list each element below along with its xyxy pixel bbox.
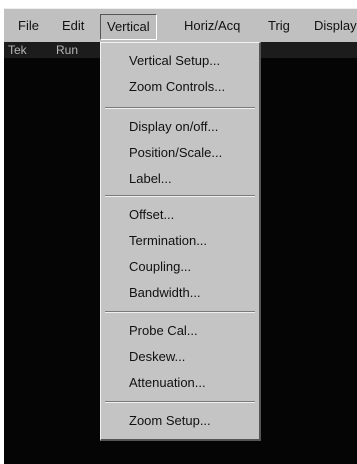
menu-item-offset[interactable]: Offset... (129, 205, 174, 225)
menu-item-termination[interactable]: Termination... (129, 231, 207, 251)
menu-separator (105, 401, 255, 403)
run-state-label: Run (56, 43, 79, 57)
menu-separator (105, 195, 255, 197)
vertical-dropdown-menu: Vertical Setup... Zoom Controls... Displ… (100, 42, 261, 441)
menu-item-position-scale[interactable]: Position/Scale... (129, 143, 222, 163)
menu-item-vertical-setup[interactable]: Vertical Setup... (129, 51, 220, 71)
menu-vertical[interactable]: Vertical (100, 14, 157, 40)
menu-file[interactable]: File (12, 14, 45, 38)
menu-item-probe-cal[interactable]: Probe Cal... (129, 321, 198, 341)
menu-item-zoom-setup[interactable]: Zoom Setup... (129, 411, 211, 431)
menu-horiz-acq[interactable]: Horiz/Acq (178, 14, 246, 38)
menu-separator (105, 107, 255, 109)
menu-separator (105, 311, 255, 313)
menu-item-coupling[interactable]: Coupling... (129, 257, 191, 277)
menu-display[interactable]: Display (308, 14, 357, 38)
menu-bar: File Edit Vertical Horiz/Acq Trig Displa… (4, 8, 357, 43)
brand-label: Tek (8, 43, 27, 57)
menu-item-display-on-off[interactable]: Display on/off... (129, 117, 218, 137)
menu-item-attenuation[interactable]: Attenuation... (129, 373, 206, 393)
menu-trig[interactable]: Trig (262, 14, 296, 38)
menu-item-zoom-controls[interactable]: Zoom Controls... (129, 77, 225, 97)
menu-item-deskew[interactable]: Deskew... (129, 347, 185, 367)
menu-item-bandwidth[interactable]: Bandwidth... (129, 283, 201, 303)
app-window: File Edit Vertical Horiz/Acq Trig Displa… (0, 0, 357, 464)
menu-edit[interactable]: Edit (56, 14, 90, 38)
menu-item-label[interactable]: Label... (129, 169, 172, 189)
